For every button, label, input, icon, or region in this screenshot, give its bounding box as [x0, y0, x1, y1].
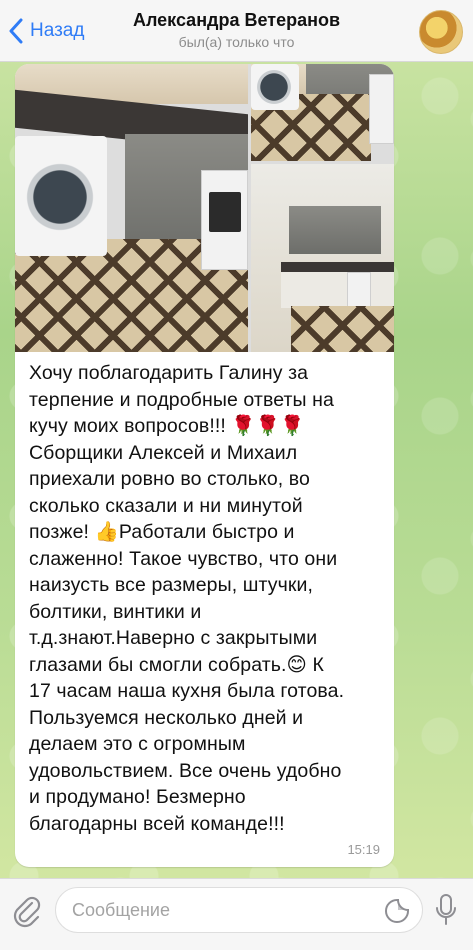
message-line: кучу моих вопросов!!! 🌹🌹🌹	[29, 415, 305, 437]
message-line: сколько сказали и ни минутой	[29, 494, 303, 517]
message-line: т.д.знают.Наверно с закрытыми	[29, 627, 318, 649]
message-line: Пользуемся несколько дней и	[29, 706, 304, 729]
sticker-icon[interactable]	[384, 898, 410, 924]
message-line: наизусть все размеры, штучки,	[29, 574, 313, 596]
message-input[interactable]: Сообщение	[55, 887, 423, 933]
message-time: 15:19	[347, 842, 380, 857]
photo-kitchen-overview[interactable]	[251, 164, 394, 352]
message-line: благодарны всей команде!!!	[29, 812, 285, 835]
message-line: 17 часам наша кухня была готова.	[29, 680, 345, 702]
microphone-icon[interactable]	[435, 893, 457, 927]
message-line: и продумано! Безмерно	[29, 786, 246, 808]
photo-album	[15, 64, 394, 352]
message-line: делаем это с огромным	[29, 733, 246, 755]
avatar[interactable]	[419, 10, 463, 54]
message-text: Хочу поблагодарить Галину за терпение и …	[29, 360, 389, 837]
message-composer: Сообщение	[0, 878, 473, 950]
message-line: слаженно! Такое чувство, что они	[29, 547, 338, 570]
message-line: Сборщики Алексей и Михаил	[29, 441, 298, 464]
message-line: удовольствием. Все очень удобно	[29, 759, 342, 782]
paperclip-icon[interactable]	[12, 894, 42, 928]
message-line: приехали ровно во столько, во	[29, 468, 310, 490]
photo-kitchen-main[interactable]	[15, 64, 248, 352]
chat-header: Назад Александра Ветеранов был(а) только…	[0, 0, 473, 62]
message-line: глазами бы смогли собрать.😊 К	[29, 653, 324, 676]
message-line: болтики, винтики и	[29, 600, 202, 623]
message-line: Хочу поблагодарить Галину за	[29, 362, 309, 384]
message-line: позже! 👍Работали быстро и	[29, 521, 295, 543]
contact-status: был(а) только что	[178, 34, 295, 50]
message-input-placeholder: Сообщение	[72, 900, 170, 920]
message-line: терпение и подробные ответы на	[29, 388, 334, 411]
photo-kitchen-floor[interactable]	[251, 64, 394, 161]
chat-title-area[interactable]: Александра Ветеранов был(а) только что	[0, 10, 473, 50]
message-bubble[interactable]: Хочу поблагодарить Галину за терпение и …	[15, 64, 394, 867]
contact-name: Александра Ветеранов	[132, 10, 341, 30]
